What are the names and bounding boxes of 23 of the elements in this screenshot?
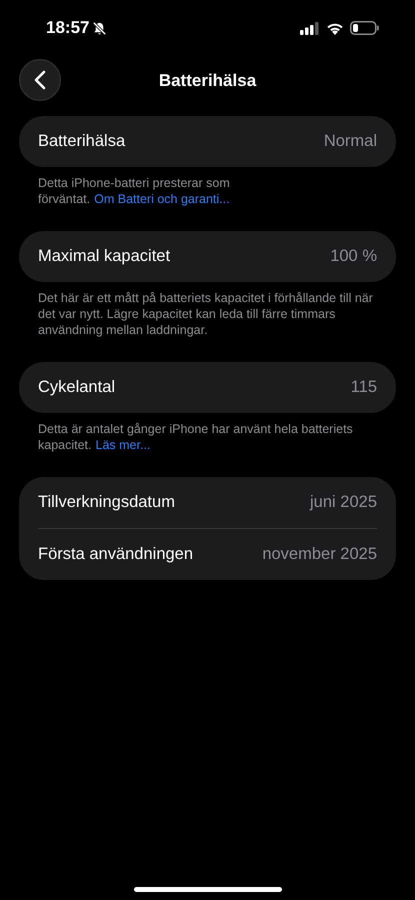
row-label: Maximal kapacitet <box>38 247 170 266</box>
status-time: 18:57 <box>46 18 90 38</box>
page-title: Batterihälsa <box>158 71 256 91</box>
row-label: Första användningen <box>38 545 194 564</box>
row-value: juni 2025 <box>310 493 377 512</box>
chevron-left-icon <box>34 70 46 90</box>
footer-link[interactable]: Läs mer... <box>96 438 150 452</box>
wifi-icon <box>326 22 344 34</box>
footer-text: Det här är ett mått på batteriets kapacitet i förhållande till när det var nytt. Lägre kapacitet kan leda till färre timmars användning mellan laddningar. <box>38 290 374 338</box>
row-label: Cykelantal <box>38 378 116 397</box>
back-button[interactable] <box>19 59 61 101</box>
footer-text: Detta iPhone-batteri presterar som förväntat. Om Batteri och garanti... <box>38 175 231 207</box>
row-label: Tillverkningsdatum <box>38 493 175 512</box>
row-value: november 2025 <box>262 545 377 564</box>
footer-link[interactable]: Om Batteri och garanti... <box>94 192 230 206</box>
row-value: 100 % <box>330 247 377 266</box>
footer-text: Detta är antalet gånger iPhone har använt hela batteriets kapacitet. Läs mer... <box>38 421 354 453</box>
muted-bell-icon <box>92 20 108 36</box>
row-label: Batterihälsa <box>38 132 126 151</box>
row-value: Normal <box>324 132 377 151</box>
row-value: 115 <box>350 378 377 397</box>
signal-icon <box>300 22 320 34</box>
battery-icon <box>350 21 379 35</box>
